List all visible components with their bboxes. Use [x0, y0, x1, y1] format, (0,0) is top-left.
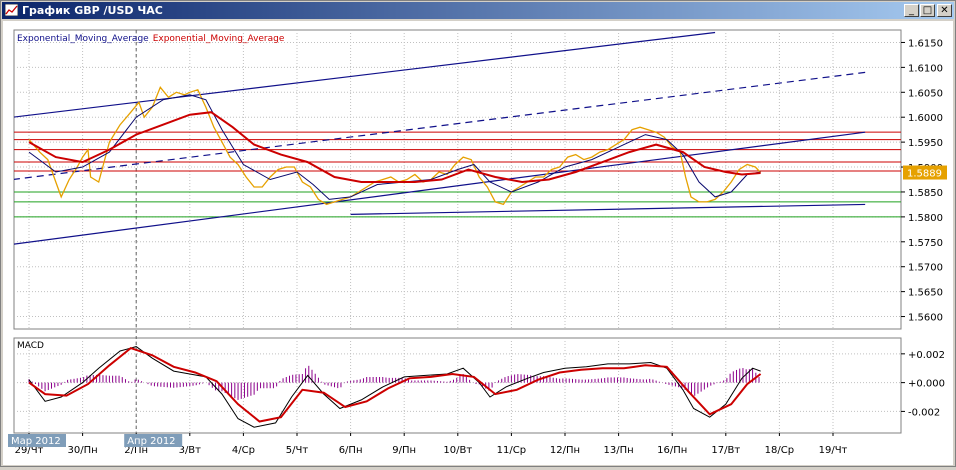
chart-window: График GBP /USD ЧАС _ □ ✕ 1.6150 1.6100 1.…	[0, 0, 956, 467]
x-tick-label: 13/Пн	[604, 445, 634, 456]
maximize-icon: □	[922, 5, 933, 16]
price-plot-frame	[13, 29, 902, 330]
price-y-tick-label: 1.5800	[908, 213, 943, 224]
x-tick-label: 5/Чт	[286, 445, 309, 456]
price-y-tick-label: 1.5950	[908, 138, 943, 149]
title-bar[interactable]: График GBP /USD ЧАС _ □ ✕	[2, 2, 954, 19]
chart-app-icon	[5, 4, 18, 16]
macd-y-tick-label: +0.000	[908, 379, 945, 390]
minimize-icon: _	[909, 5, 914, 16]
legend-entry: Exponential_Moving_Average	[17, 34, 149, 44]
price-y-tick-label: 1.6100	[908, 63, 943, 74]
macd-y-tick-label: -0.002	[908, 407, 940, 418]
price-y-tick-label: 1.6050	[908, 88, 943, 99]
chart-panel: 1.61501.61001.60501.60001.59501.59001.58…	[3, 21, 953, 465]
window-title: График GBP /USD ЧАС	[22, 4, 163, 17]
price-y-tick-label: 1.6150	[908, 38, 943, 49]
x-tick-label: 30/Пн	[68, 445, 98, 456]
chart-svg[interactable]: 1.61501.61001.60501.60001.59501.59001.58…	[3, 21, 953, 465]
x-tick-label: 18/Ср	[765, 445, 794, 456]
x-tick-label: 12/Пн	[550, 445, 580, 456]
x-tick-label: 16/Пн	[657, 445, 687, 456]
month-tag-label: Мар 2012	[11, 436, 61, 447]
x-tick-label: 4/Ср	[232, 445, 255, 456]
close-icon: ✕	[940, 5, 949, 16]
legend-entry: Exponential_Moving_Average	[153, 34, 285, 44]
minimize-button[interactable]: _	[904, 4, 919, 17]
macd-title: MACD	[17, 341, 44, 351]
price-y-tick-label: 1.6000	[908, 113, 943, 124]
x-tick-label: 19/Чт	[819, 445, 848, 456]
price-y-tick-label: 1.5650	[908, 288, 943, 299]
price-y-tick-label: 1.5750	[908, 238, 943, 249]
x-tick-label: 17/Вт	[711, 445, 740, 456]
x-tick-label: 11/Ср	[497, 445, 526, 456]
price-y-tick-label: 1.5700	[908, 263, 943, 274]
x-tick-label: 6/Пн	[339, 445, 363, 456]
maximize-button[interactable]: □	[920, 4, 935, 17]
macd-y-tick-label: +0.002	[908, 350, 945, 361]
price-y-tick-label: 1.5850	[908, 188, 943, 199]
current-price-label: 1.5889	[907, 169, 942, 180]
month-tag-label: Апр 2012	[127, 436, 175, 447]
x-tick-label: 10/Вт	[443, 445, 472, 456]
close-button[interactable]: ✕	[937, 4, 952, 17]
x-tick-label: 9/Пн	[392, 445, 416, 456]
macd-plot-frame	[13, 337, 902, 434]
price-y-tick-label: 1.5600	[908, 313, 943, 324]
